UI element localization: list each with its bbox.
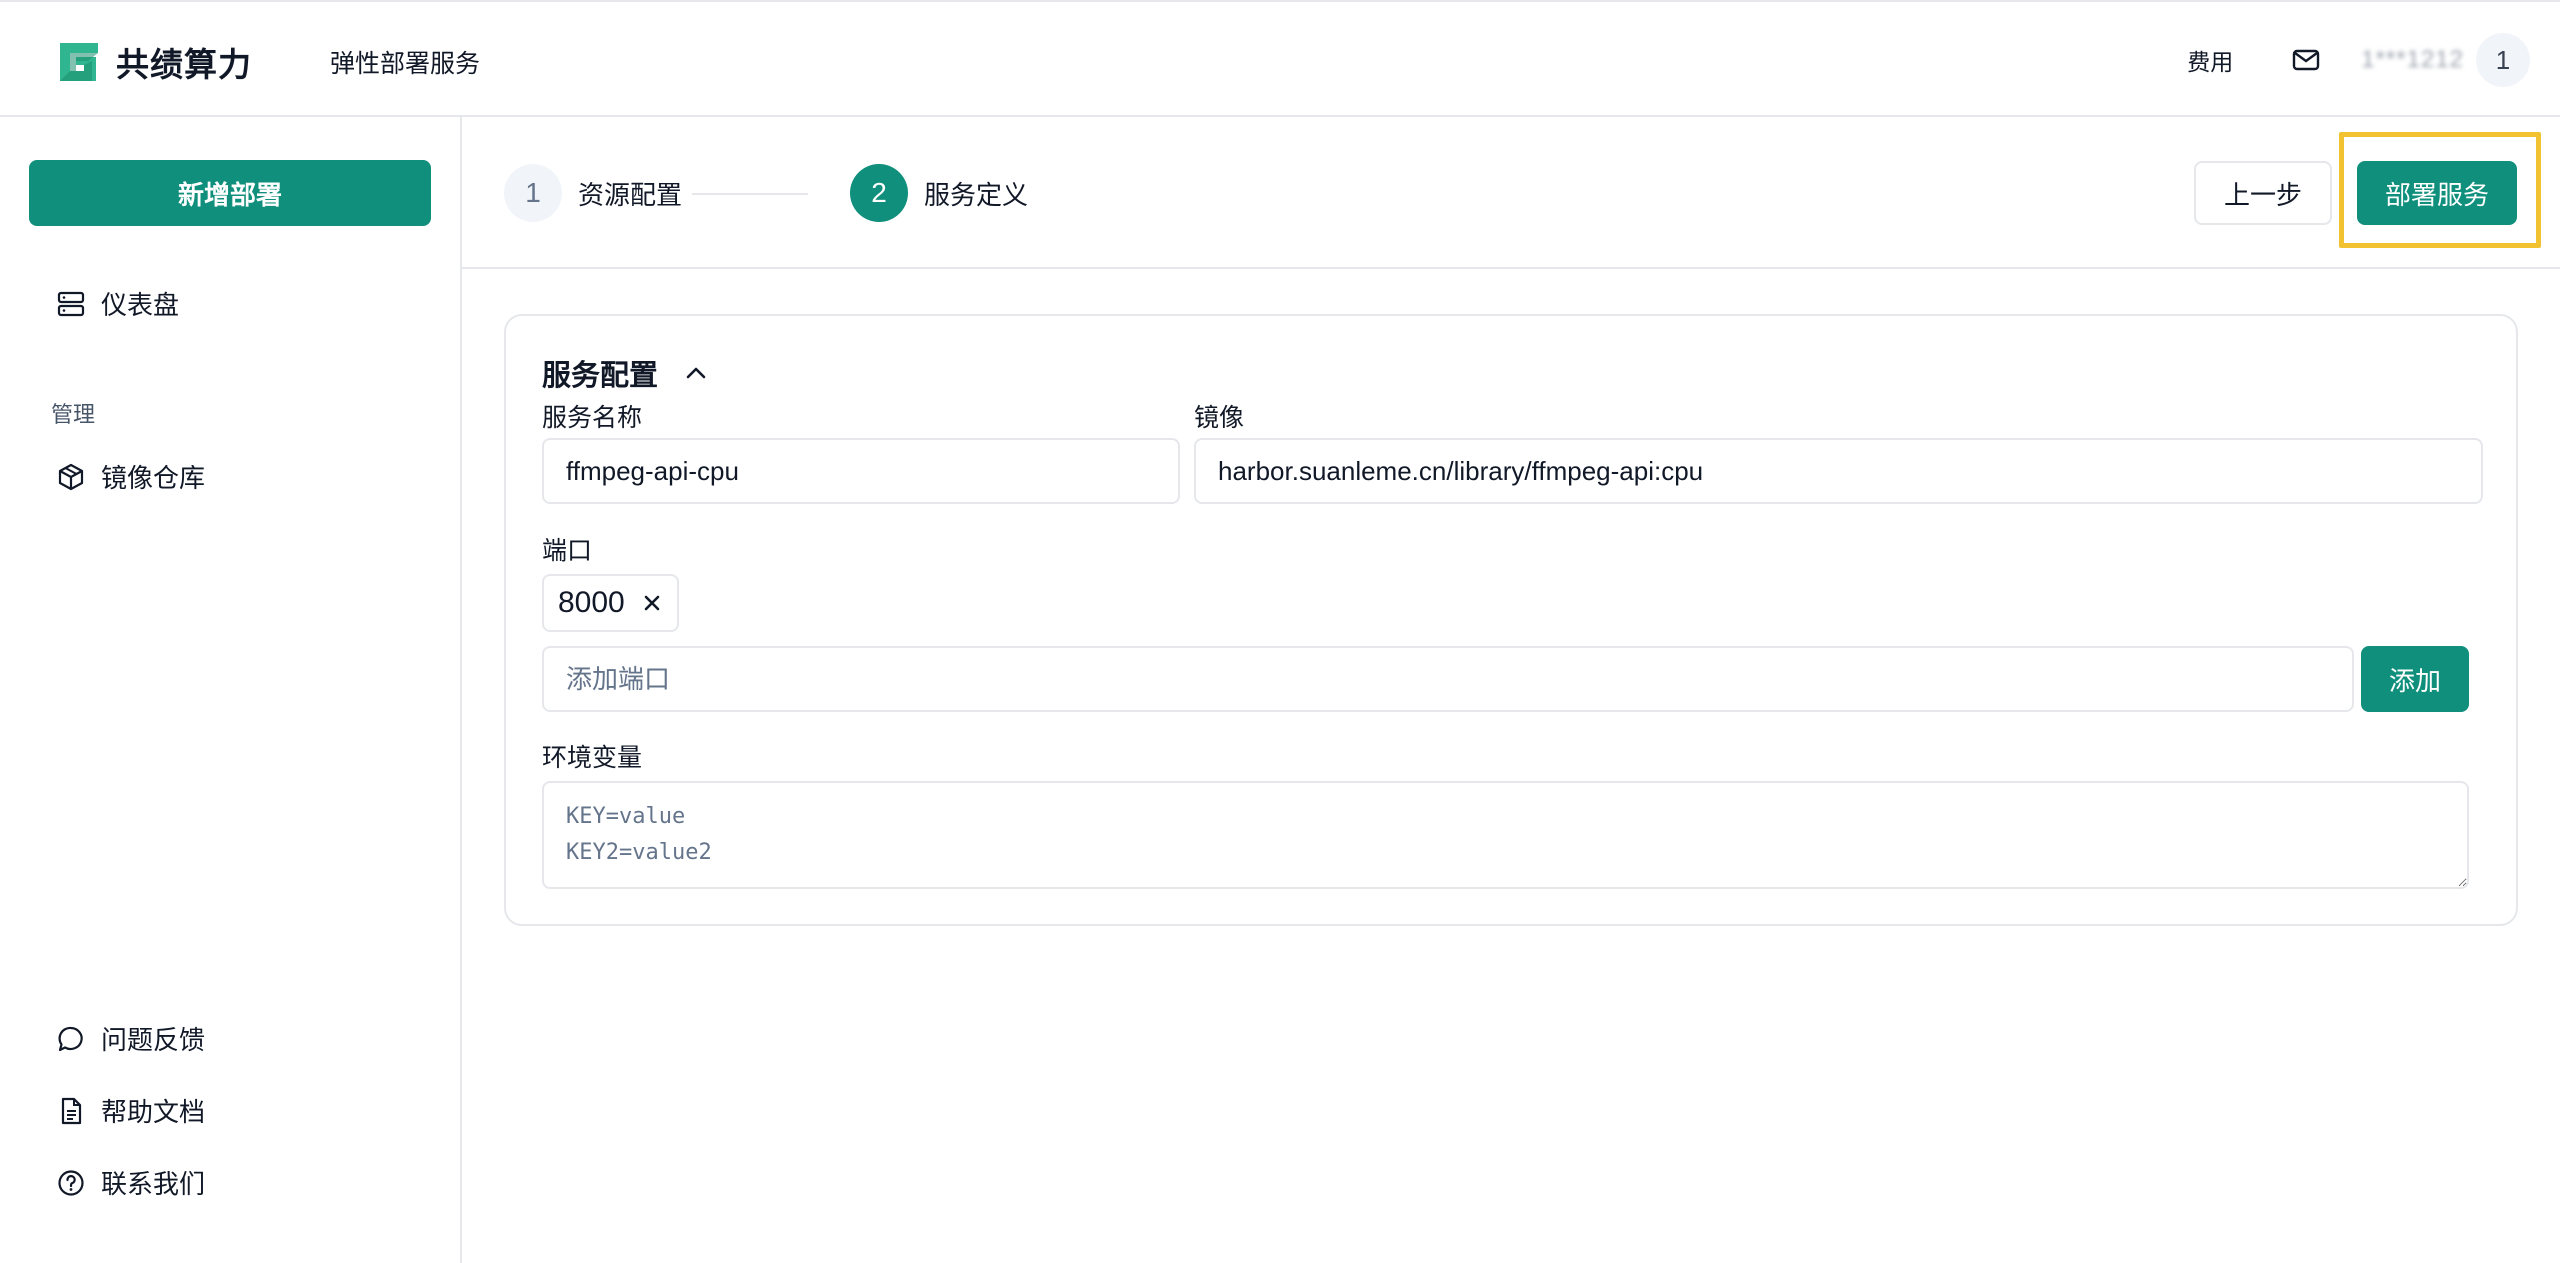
step-label: 资源配置 — [578, 179, 683, 210]
env-vars-textarea[interactable] — [542, 781, 2469, 889]
mail-icon[interactable] — [2291, 45, 2321, 75]
image-label: 镜像 — [1194, 404, 1245, 432]
add-port-button[interactable]: 添加 — [2361, 646, 2469, 712]
section-label-manage: 管理 — [51, 402, 96, 427]
port-value: 8000 — [558, 586, 625, 619]
sidebar-item-image-repo[interactable]: 镜像仓库 — [56, 458, 205, 495]
sidebar-item-label: 仪表盘 — [101, 290, 180, 320]
message-circle-icon — [56, 1024, 86, 1054]
user-id[interactable]: 1***1212 — [2361, 46, 2464, 74]
sidebar-item-help-docs[interactable]: 帮助文档 — [56, 1092, 205, 1129]
document-icon — [56, 1096, 86, 1126]
sidebar-item-label: 镜像仓库 — [101, 463, 206, 493]
step-number: 1 — [504, 164, 562, 222]
service-config-header[interactable]: 服务配置 — [542, 352, 708, 394]
brand-logo-icon — [56, 41, 102, 83]
brand-logo[interactable]: 共绩算力 — [56, 38, 252, 86]
step-label: 服务定义 — [924, 179, 1029, 210]
sidebar-item-label: 帮助文档 — [101, 1097, 206, 1127]
image-input[interactable] — [1194, 438, 2483, 504]
sidebar: 新增部署 仪表盘 管理 镜像仓库 问题反馈 帮助文档 联系我们 — [0, 117, 462, 1263]
main-content: 1 资源配置 2 服务定义 上一步 部署服务 服务配置 服务名称 镜像 端口 8… — [462, 117, 2560, 1263]
service-config-card: 服务配置 服务名称 镜像 端口 8000 添加 环境变量 — [504, 314, 2518, 926]
sidebar-item-label: 问题反馈 — [101, 1025, 206, 1055]
help-circle-icon — [56, 1168, 86, 1198]
stepper-bar: 1 资源配置 2 服务定义 上一步 部署服务 — [462, 117, 2560, 269]
top-header: 共绩算力 弹性部署服务 费用 1***1212 1 — [0, 0, 2560, 117]
sidebar-item-feedback[interactable]: 问题反馈 — [56, 1020, 205, 1057]
deploy-service-button[interactable]: 部署服务 — [2357, 161, 2517, 225]
service-name-label: 服务名称 — [542, 404, 643, 432]
chevron-up-icon[interactable] — [684, 361, 708, 385]
sidebar-item-contact[interactable]: 联系我们 — [56, 1164, 205, 1201]
add-port-input[interactable] — [542, 646, 2354, 712]
server-icon — [56, 289, 86, 319]
product-name[interactable]: 弹性部署服务 — [330, 44, 480, 80]
step-number: 2 — [850, 164, 908, 222]
section-title: 服务配置 — [542, 360, 659, 392]
avatar[interactable]: 1 — [2476, 33, 2530, 87]
sidebar-item-dashboard[interactable]: 仪表盘 — [56, 285, 179, 322]
brand-name: 共绩算力 — [116, 46, 252, 83]
package-icon — [56, 462, 86, 492]
step-service-definition[interactable]: 2 服务定义 — [850, 164, 1028, 222]
prev-step-button[interactable]: 上一步 — [2194, 161, 2332, 225]
port-label: 端口 — [542, 537, 593, 565]
sidebar-item-label: 联系我们 — [101, 1169, 206, 1199]
port-chip: 8000 — [542, 574, 679, 632]
fee-link[interactable]: 费用 — [2187, 43, 2233, 77]
new-deploy-button[interactable]: 新增部署 — [29, 160, 431, 226]
service-name-input[interactable] — [542, 438, 1180, 504]
close-icon[interactable] — [641, 592, 663, 614]
env-vars-label: 环境变量 — [542, 744, 643, 772]
step-resource-config[interactable]: 1 资源配置 — [504, 164, 682, 222]
step-connector — [692, 193, 808, 195]
